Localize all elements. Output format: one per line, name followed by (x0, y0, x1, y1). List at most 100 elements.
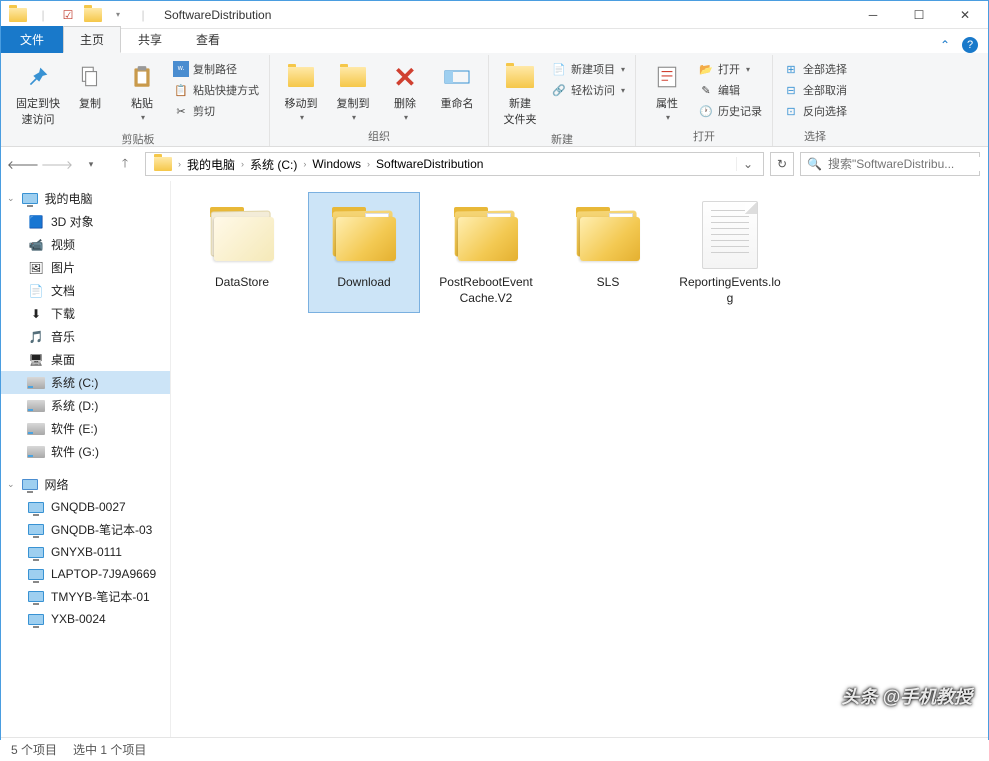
tab-home[interactable]: 主页 (63, 26, 121, 53)
breadcrumb-item[interactable]: Windows (308, 157, 365, 171)
watermark: 头条 @手机教授 (841, 683, 972, 709)
copy-button[interactable]: 复制 (65, 59, 115, 113)
title-bar: | ☑ ▾ | SoftwareDistribution ─ ☐ ✕ (1, 1, 988, 29)
tab-file[interactable]: 文件 (1, 26, 63, 53)
back-button[interactable]: 🡐 (9, 151, 37, 177)
folder-item[interactable]: DataStore (187, 193, 297, 312)
nav-network[interactable]: ⌄网络 (1, 473, 170, 496)
select-all-button[interactable]: ⊞全部选择 (779, 59, 851, 79)
folder-icon: 🎵 (27, 329, 45, 345)
properties-icon (651, 61, 683, 93)
address-dropdown-icon[interactable]: ⌄ (736, 157, 759, 171)
nav-my-computer[interactable]: ⌄我的电脑 (1, 187, 170, 210)
expand-icon[interactable]: ⌄ (7, 479, 15, 490)
window-controls: ─ ☐ ✕ (850, 1, 988, 29)
nav-host[interactable]: GNQDB-笔记本-03 (1, 518, 170, 541)
nav-item[interactable]: 🖼图片 (1, 256, 170, 279)
move-icon (285, 61, 317, 93)
maximize-button[interactable]: ☐ (896, 1, 942, 29)
nav-drive[interactable]: 系统 (D:) (1, 394, 170, 417)
collapse-ribbon-icon[interactable]: ⌃ (940, 38, 950, 52)
file-list[interactable]: DataStoreDownload PostRebootEventCache.V2… (171, 181, 988, 737)
tab-share[interactable]: 共享 (121, 26, 179, 53)
easy-access-button[interactable]: 🔗轻松访问▾ (547, 80, 629, 100)
address-bar: 🡐 🡒 ▾ 🡑 › 我的电脑 › 系统 (C:) › Windows › Sof… (1, 147, 988, 181)
folder-item[interactable]: PostRebootEventCache.V2 (431, 193, 541, 312)
delete-button[interactable]: ✕ 删除▾ (380, 59, 430, 124)
pin-to-quick-access-button[interactable]: 固定到快 速访问 (13, 59, 63, 129)
history-button[interactable]: 🕐历史记录 (694, 101, 766, 121)
folder-item[interactable]: SLS (553, 193, 663, 312)
folder-icon[interactable] (7, 4, 29, 26)
navigation-pane[interactable]: ⌄我的电脑 🟦3D 对象📹视频🖼图片📄文档⬇下载🎵音乐🖥桌面 系统 (C:)系统… (1, 181, 171, 737)
chevron-right-icon[interactable]: › (239, 159, 246, 169)
computer-icon (21, 191, 39, 207)
drive-icon (27, 444, 45, 460)
chevron-right-icon[interactable]: › (176, 159, 183, 169)
nav-item[interactable]: 🖥桌面 (1, 348, 170, 371)
pin-icon (22, 61, 54, 93)
properties-button[interactable]: 属性▾ (642, 59, 692, 124)
nav-drive[interactable]: 软件 (G:) (1, 440, 170, 463)
expand-icon[interactable]: ⌄ (7, 193, 15, 204)
new-item-button[interactable]: 📄新建项目▾ (547, 59, 629, 79)
folder-icon (150, 157, 176, 171)
close-button[interactable]: ✕ (942, 1, 988, 29)
file-item[interactable]: ReportingEvents.log (675, 193, 785, 312)
new-item-icon: 📄 (551, 61, 567, 77)
search-box[interactable]: 🔍 (800, 152, 980, 176)
nav-item[interactable]: 🟦3D 对象 (1, 210, 170, 233)
computer-icon (27, 544, 45, 560)
recent-dropdown-icon[interactable]: ▾ (77, 151, 105, 177)
nav-item[interactable]: 📹视频 (1, 233, 170, 256)
qat-dropdown-icon[interactable]: ▾ (107, 4, 129, 26)
new-folder-button[interactable]: 新建 文件夹 (495, 59, 545, 129)
checkbox-icon[interactable]: ☑ (57, 4, 79, 26)
copy-path-button[interactable]: w.复制路径 (169, 59, 263, 79)
invert-selection-button[interactable]: ⊡反向选择 (779, 101, 851, 121)
ribbon: 固定到快 速访问 复制 粘贴▾ w.复制路径 📋粘贴快捷方式 ✂剪切 剪贴板 移… (1, 53, 988, 147)
file-name: PostRebootEventCache.V2 (435, 275, 537, 306)
breadcrumb-item[interactable]: SoftwareDistribution (372, 157, 487, 171)
edit-button[interactable]: ✎编辑 (694, 80, 766, 100)
status-selection-count: 选中 1 个项目 (73, 741, 146, 758)
rename-button[interactable]: 重命名 (432, 59, 482, 113)
help-icon[interactable]: ? (962, 37, 978, 53)
nav-drive[interactable]: 系统 (C:) (1, 371, 170, 394)
nav-host[interactable]: LAPTOP-7J9A9669 (1, 563, 170, 585)
select-none-button[interactable]: ⊟全部取消 (779, 80, 851, 100)
copy-to-button[interactable]: 复制到▾ (328, 59, 378, 124)
folder-icon[interactable] (82, 4, 104, 26)
paste-shortcut-button[interactable]: 📋粘贴快捷方式 (169, 80, 263, 100)
folder-item[interactable]: Download (309, 193, 419, 312)
nav-host[interactable]: GNYXB-0111 (1, 541, 170, 563)
group-label-open: 打开 (693, 126, 715, 146)
qat-divider: | (132, 4, 154, 26)
refresh-button[interactable]: ↻ (770, 152, 794, 176)
move-to-button[interactable]: 移动到▾ (276, 59, 326, 124)
group-label-clipboard: 剪贴板 (122, 129, 155, 149)
computer-icon (27, 566, 45, 582)
nav-item[interactable]: 📄文档 (1, 279, 170, 302)
forward-button[interactable]: 🡒 (43, 151, 71, 177)
minimize-button[interactable]: ─ (850, 1, 896, 29)
chevron-right-icon[interactable]: › (365, 159, 372, 169)
chevron-right-icon[interactable]: › (301, 159, 308, 169)
breadcrumb-item[interactable]: 系统 (C:) (246, 156, 301, 173)
paste-button[interactable]: 粘贴▾ (117, 59, 167, 124)
search-input[interactable] (828, 157, 983, 171)
nav-item[interactable]: 🎵音乐 (1, 325, 170, 348)
cut-button[interactable]: ✂剪切 (169, 101, 263, 121)
nav-item[interactable]: ⬇下载 (1, 302, 170, 325)
select-none-icon: ⊟ (783, 82, 799, 98)
nav-host[interactable]: GNQDB-0027 (1, 496, 170, 518)
breadcrumb[interactable]: › 我的电脑 › 系统 (C:) › Windows › SoftwareDis… (145, 152, 764, 176)
rename-icon (441, 61, 473, 93)
breadcrumb-item[interactable]: 我的电脑 (183, 156, 239, 173)
tab-view[interactable]: 查看 (179, 26, 237, 53)
nav-host[interactable]: TMYYB-笔记本-01 (1, 585, 170, 608)
open-button[interactable]: 📂打开▾ (694, 59, 766, 79)
up-button[interactable]: 🡑 (111, 151, 139, 177)
nav-drive[interactable]: 软件 (E:) (1, 417, 170, 440)
nav-host[interactable]: YXB-0024 (1, 608, 170, 630)
